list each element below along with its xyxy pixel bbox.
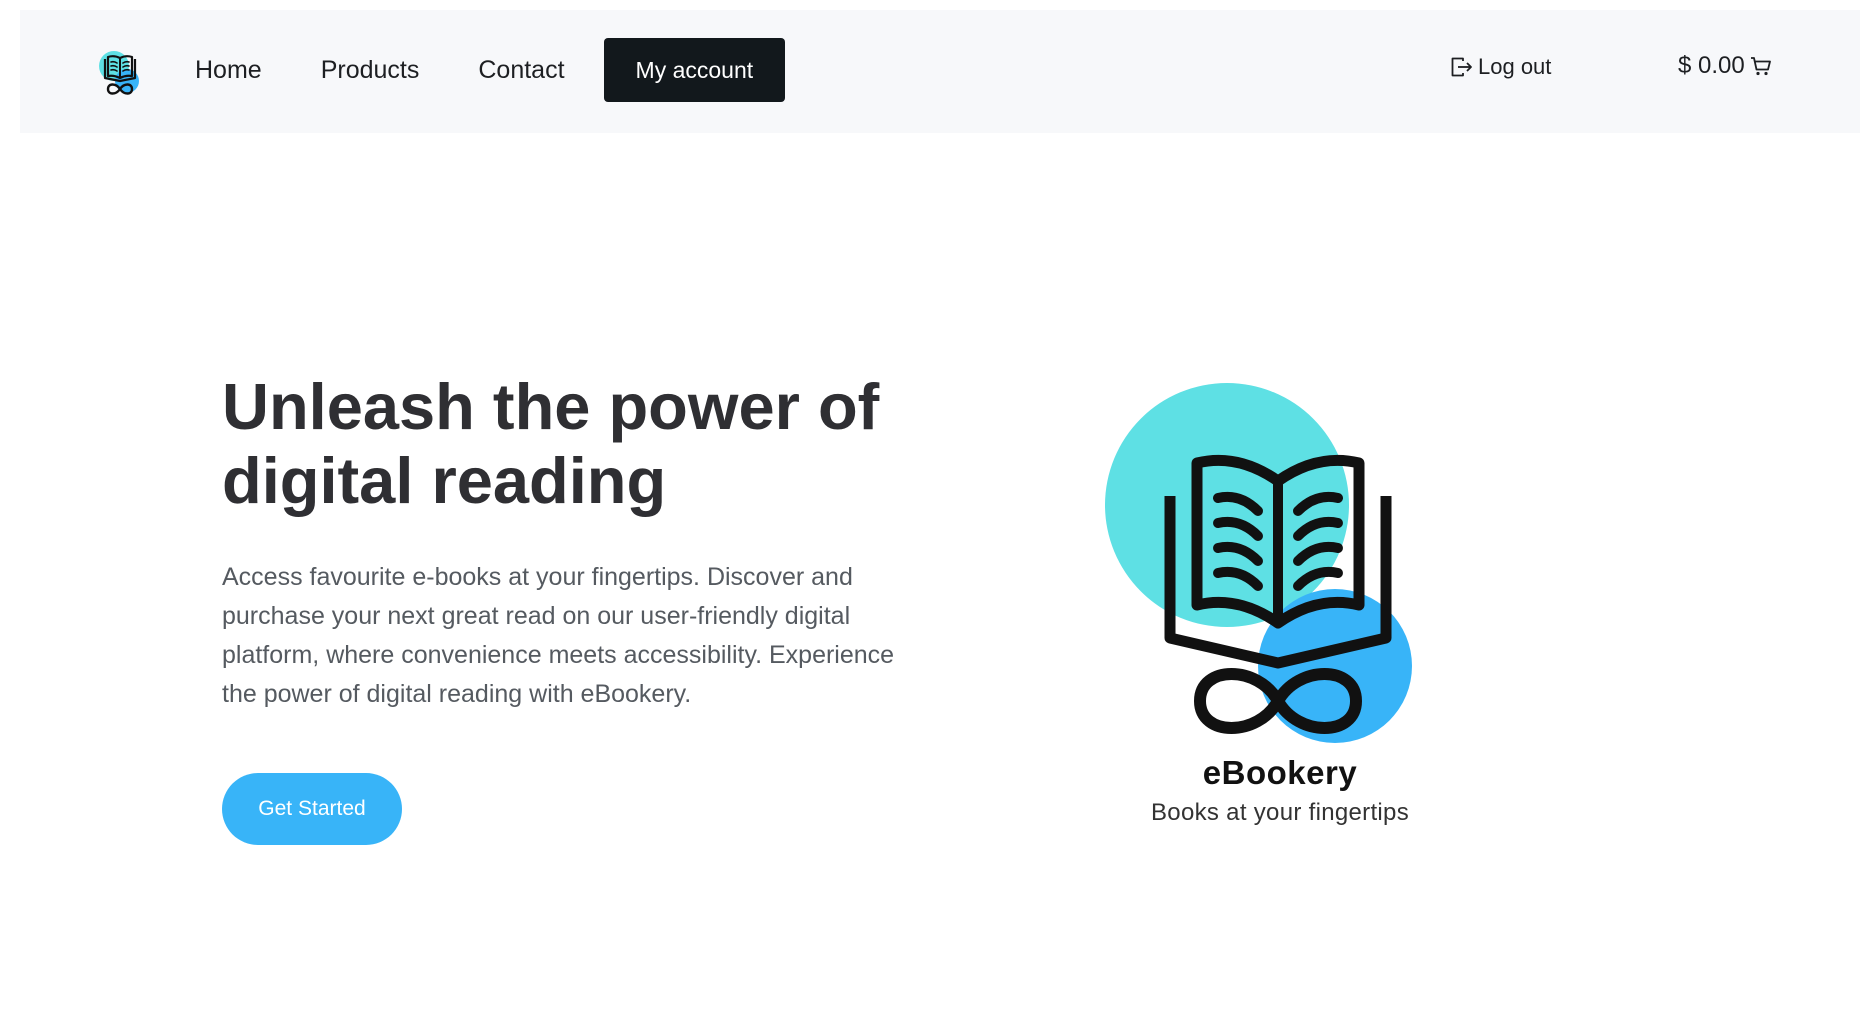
cart-button[interactable]: $ 0.00 <box>1678 52 1773 80</box>
logout-icon <box>1451 57 1472 77</box>
brand-tagline: Books at your fingertips <box>1151 799 1409 826</box>
nav-link-products[interactable]: Products <box>321 56 420 85</box>
logout-link[interactable]: Log out <box>1450 54 1551 80</box>
nav-link-home[interactable]: Home <box>195 56 262 85</box>
main-nav: Home Products Contact My account <box>195 38 786 102</box>
nav-link-contact[interactable]: Contact <box>478 56 564 85</box>
navbar: Home Products Contact My account Log out… <box>20 10 1860 133</box>
logout-label: Log out <box>1478 54 1552 79</box>
hero-description: Access favourite e-books at your fingert… <box>222 563 895 708</box>
page: Home Products Contact My account Log out… <box>0 0 1860 1011</box>
hero-title: Unleash the power of digital reading <box>222 370 880 517</box>
ebookery-logo-icon[interactable] <box>94 47 146 99</box>
get-started-button[interactable]: Get Started <box>222 773 402 845</box>
cart-icon <box>1750 57 1771 76</box>
cart-total: $ 0.00 <box>1678 52 1745 79</box>
ebookery-book-icon <box>1105 383 1412 743</box>
brand-name: eBookery <box>1202 754 1358 791</box>
my-account-button[interactable]: My account <box>603 38 786 102</box>
